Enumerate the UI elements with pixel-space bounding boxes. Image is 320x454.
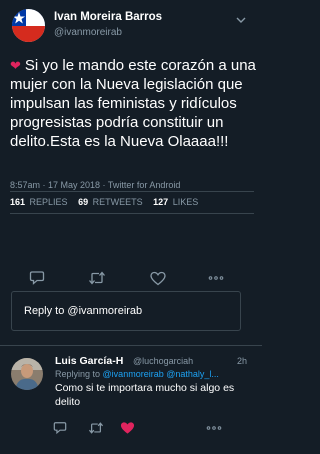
- avatar[interactable]: [12, 9, 45, 42]
- mention-link[interactable]: @nathaly_l...: [166, 369, 219, 379]
- likes-label: LIKES: [172, 197, 199, 207]
- author-name[interactable]: Ivan Moreira Barros: [54, 11, 162, 23]
- replies-count: 161: [10, 197, 26, 207]
- reply-actions: [0, 420, 262, 438]
- red-heart-emoji-icon: ❤: [10, 58, 21, 73]
- retweet-icon[interactable]: [87, 268, 107, 288]
- reply-placeholder: Reply to @ivanmoreirab: [24, 305, 143, 317]
- reply-time[interactable]: 2h: [237, 356, 247, 366]
- tweet-body: Si yo le mando este corazón a una mujer …: [10, 57, 256, 150]
- avatar[interactable]: [11, 358, 43, 390]
- tweet-stats: 161 REPLIES 69 RETWEETS 127 LIKES: [10, 191, 254, 213]
- replies-stat[interactable]: 161 REPLIES: [10, 197, 68, 207]
- replies-label: REPLIES: [29, 197, 68, 207]
- reply-tweet[interactable]: Luis García-H @luchogarciah 2h Replying …: [0, 345, 262, 454]
- more-icon[interactable]: [205, 420, 223, 436]
- more-icon[interactable]: [206, 268, 226, 288]
- reply-author-name[interactable]: Luis García-H: [55, 355, 123, 367]
- reply-icon[interactable]: [52, 420, 68, 436]
- tweet-meta[interactable]: 8:57am · 17 May 2018 · Twitter for Andro…: [10, 180, 180, 190]
- likes-stat[interactable]: 127 LIKES: [153, 197, 198, 207]
- reply-icon[interactable]: [27, 268, 47, 288]
- reply-text: Como si te importara mucho si algo es de…: [55, 382, 235, 408]
- tweet-actions: [0, 268, 262, 292]
- heart-icon[interactable]: [148, 268, 168, 288]
- reply-input[interactable]: Reply to @ivanmoreirab: [11, 291, 241, 331]
- replying-to: Replying to @ivanmoreirab @nathaly_l...: [55, 369, 219, 379]
- mention-link[interactable]: @ivanmoreirab: [103, 369, 164, 379]
- retweets-label: RETWEETS: [92, 197, 143, 207]
- retweet-icon[interactable]: [87, 420, 105, 436]
- likes-count: 127: [153, 197, 169, 207]
- reply-author-handle[interactable]: @luchogarciah: [133, 356, 193, 366]
- chevron-down-icon[interactable]: [236, 11, 246, 23]
- author-handle[interactable]: @ivanmoreirab: [54, 27, 122, 38]
- retweets-count: 69: [78, 197, 89, 207]
- heart-icon[interactable]: [118, 420, 136, 436]
- retweets-stat[interactable]: 69 RETWEETS: [78, 197, 143, 207]
- replying-prefix: Replying to: [55, 369, 101, 379]
- divider: [10, 213, 254, 214]
- tweet-text: ❤ Si yo le mando este corazón a una mujer…: [10, 56, 258, 151]
